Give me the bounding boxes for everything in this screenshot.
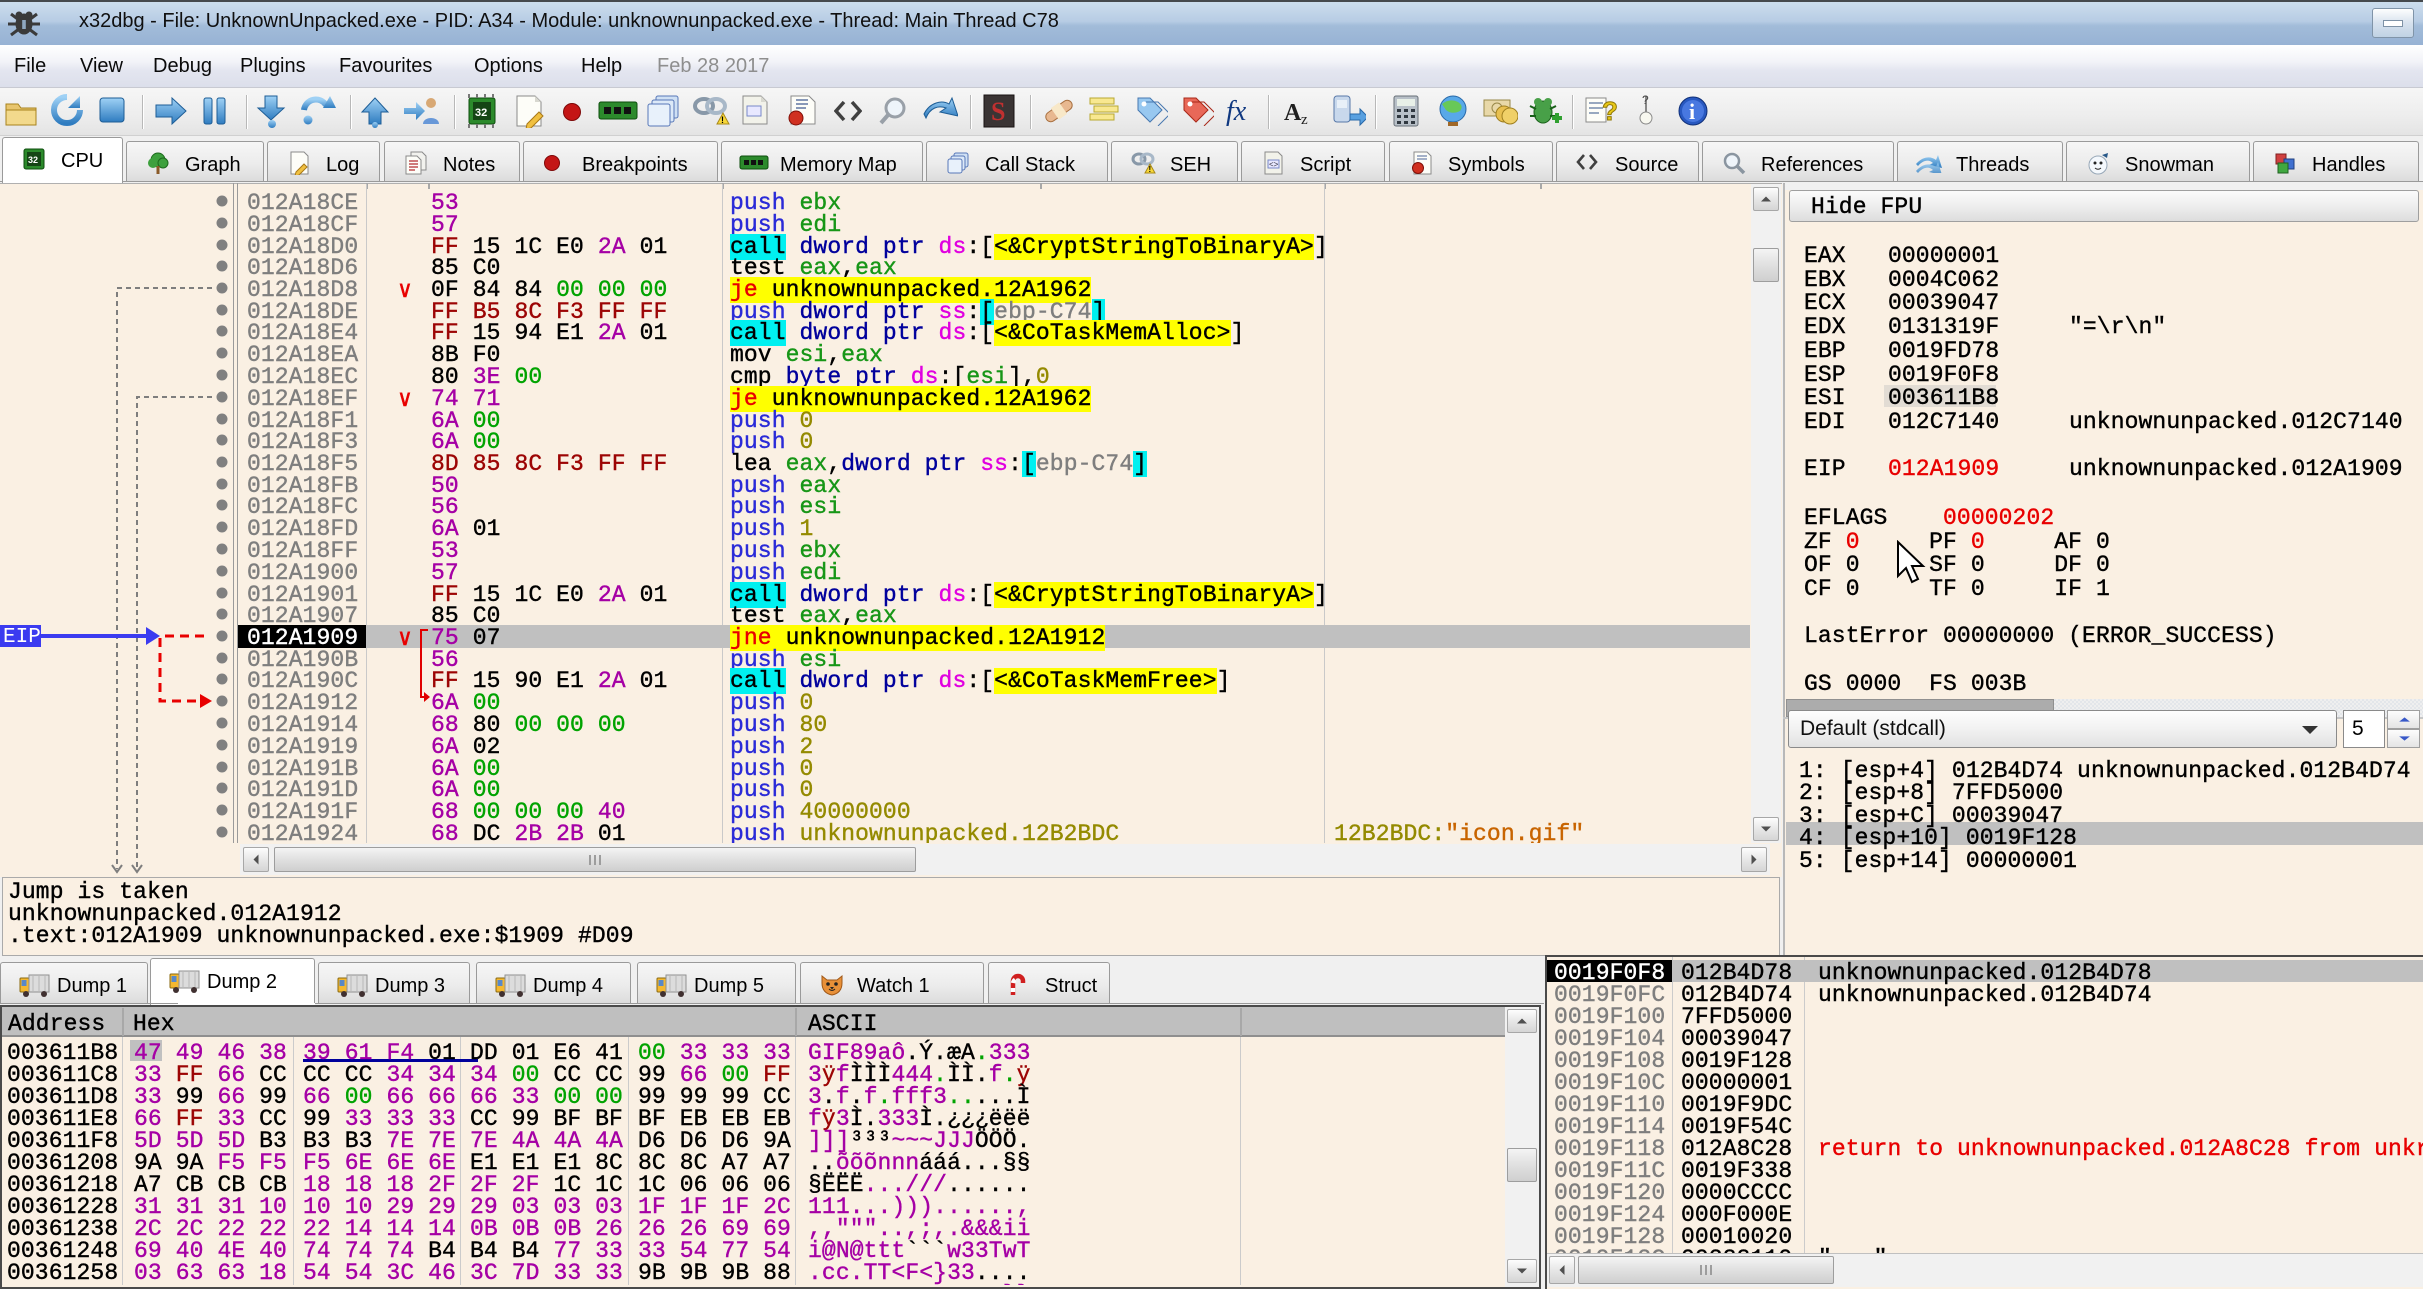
svg-text:i: i [1689,99,1695,124]
svg-text:fx: fx [1226,96,1247,126]
svg-text:!: ! [721,115,724,125]
svg-text:?: ? [1602,96,1618,126]
svg-text:32: 32 [475,107,487,119]
svg-text:A: A [1284,100,1302,126]
svg-text:?: ? [1642,93,1649,107]
svg-text:S: S [991,97,1005,126]
svg-text:<>: <> [1269,160,1279,169]
svg-text:!: ! [1149,165,1152,174]
svg-text:32: 32 [28,155,38,165]
svg-text:EIP: EIP [3,626,41,649]
svg-text:z: z [1301,112,1308,126]
